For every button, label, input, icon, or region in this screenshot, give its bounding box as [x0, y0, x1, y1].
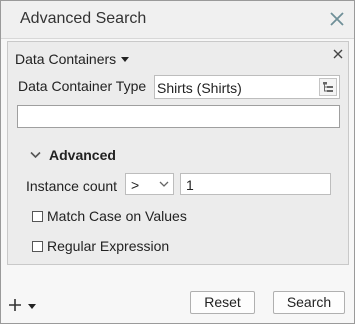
search-button[interactable]: Search [273, 291, 345, 314]
search-text-input[interactable] [17, 105, 340, 128]
close-icon[interactable] [327, 9, 347, 29]
title-bar: Advanced Search [1, 1, 354, 39]
instance-count-input[interactable]: 1 [180, 173, 331, 195]
data-containers-label: Data Containers [15, 51, 117, 67]
data-containers-dropdown[interactable]: Data Containers [15, 51, 130, 67]
operator-value: > [131, 177, 140, 193]
advanced-label: Advanced [49, 147, 116, 163]
match-case-checkbox[interactable]: Match Case on Values [32, 208, 187, 224]
operator-select[interactable]: > [125, 173, 174, 195]
instance-count-label: Instance count [26, 178, 118, 194]
chevron-down-icon [30, 151, 41, 159]
data-container-type-label: Data Container Type [18, 78, 147, 94]
remove-panel-icon[interactable] [331, 47, 345, 61]
plus-icon [9, 299, 21, 311]
instance-count-value: 1 [186, 177, 194, 193]
reset-button[interactable]: Reset [190, 291, 255, 314]
dialog-title: Advanced Search [20, 10, 147, 27]
chevron-down-icon [159, 181, 169, 187]
advanced-search-dialog: Advanced Search Data Containers Data Con… [0, 0, 355, 324]
caret-down-icon [28, 303, 36, 309]
tree-browse-icon[interactable] [319, 78, 337, 96]
match-case-checkbox-box[interactable] [32, 210, 43, 222]
data-container-type-value: Shirts (Shirts) [157, 80, 242, 96]
data-container-type-field[interactable]: Shirts (Shirts) [154, 75, 340, 99]
regular-expression-checkbox[interactable]: Regular Expression [32, 238, 169, 254]
add-criteria-button[interactable] [8, 296, 42, 314]
caret-down-icon [121, 56, 130, 62]
regular-expression-checkbox-box[interactable] [32, 240, 43, 252]
advanced-section-toggle[interactable]: Advanced [30, 147, 116, 163]
regular-expression-label: Regular Expression [47, 238, 170, 254]
data-containers-panel: Data Containers Data Container Type Shir… [7, 41, 349, 265]
match-case-label: Match Case on Values [47, 208, 187, 224]
